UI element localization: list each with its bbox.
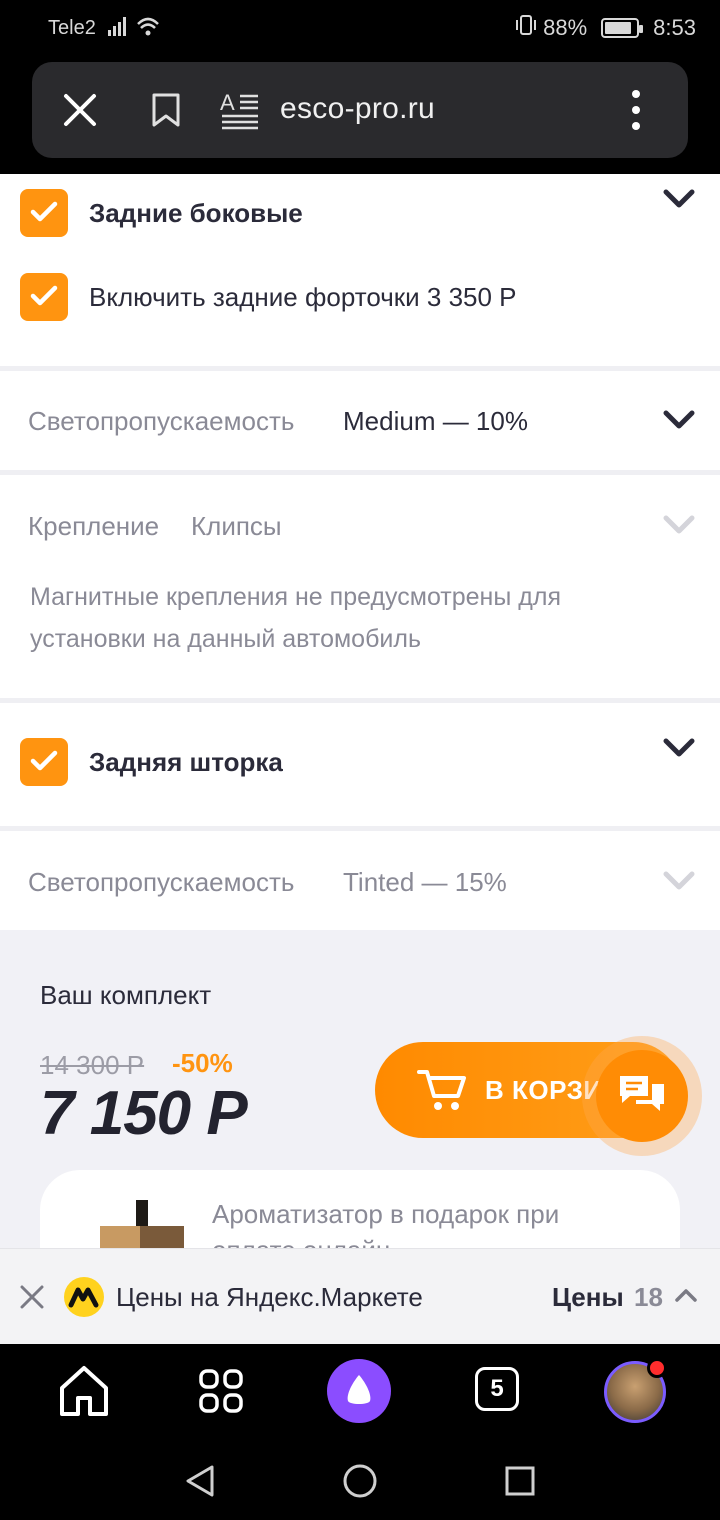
bookmark-icon[interactable]: [150, 92, 182, 133]
close-icon[interactable]: [62, 92, 98, 133]
clock: 8:53: [653, 15, 696, 40]
prices-label[interactable]: Цены: [552, 1282, 624, 1313]
transmission-label: Светопропускаемость: [28, 406, 295, 436]
browser-toolbar: A esco-pro.ru: [0, 54, 720, 174]
notification-dot: [647, 1358, 667, 1378]
rear-side-title[interactable]: Задние боковые: [89, 198, 303, 229]
divider: [0, 698, 720, 703]
chevron-down-icon[interactable]: [662, 188, 696, 215]
kit-title: Ваш комплект: [40, 980, 212, 1010]
rear-side-checkbox[interactable]: [20, 189, 68, 237]
system-nav-bar: [0, 1444, 720, 1520]
home-icon[interactable]: [58, 1364, 110, 1423]
market-text[interactable]: Цены на Яндекс.Маркете: [116, 1282, 423, 1313]
page-content: Задние боковые Включить задние форточки …: [0, 174, 720, 1248]
rear-vent-label[interactable]: Включить задние форточки 3 350 Р: [89, 282, 517, 313]
rear-blind-checkbox[interactable]: [20, 738, 68, 786]
more-menu-icon[interactable]: [628, 86, 644, 139]
vibrate-icon: [515, 14, 537, 42]
air-freshener-image: [92, 1200, 192, 1248]
apps-grid-icon[interactable]: [198, 1368, 244, 1419]
chevron-down-icon[interactable]: [662, 409, 696, 436]
current-price: 7 150 Р: [40, 1079, 248, 1148]
blind-transmission-label: Светопропускаемость: [28, 867, 295, 897]
reader-mode-icon[interactable]: A: [220, 90, 260, 135]
profile-avatar[interactable]: [604, 1358, 667, 1423]
cart-icon: [417, 1066, 469, 1119]
carrier-name: Tele2: [48, 17, 96, 39]
divider: [0, 470, 720, 475]
status-bar: Tele2 88% 8:53: [0, 0, 720, 54]
svg-text:A: A: [220, 90, 235, 115]
battery-icon: [601, 18, 644, 38]
chevron-down-icon[interactable]: [662, 737, 696, 764]
mount-label: Крепление: [28, 511, 160, 541]
tabs-counter[interactable]: 5: [475, 1367, 519, 1411]
market-prices-bar[interactable]: Цены на Яндекс.Маркете Цены 18: [0, 1248, 720, 1344]
yandex-market-logo: [64, 1277, 104, 1317]
transmission-value[interactable]: Medium — 10%: [343, 406, 528, 437]
gift-text: Ароматизатор в подарок при оплате онлайн: [212, 1199, 560, 1248]
home-circle-icon[interactable]: [343, 1464, 377, 1503]
alice-icon: [344, 1373, 374, 1412]
rear-vent-checkbox[interactable]: [20, 273, 68, 321]
mount-value: Клипсы: [191, 511, 282, 541]
address-bar[interactable]: A esco-pro.ru: [32, 62, 688, 158]
prices-count[interactable]: 18: [634, 1282, 663, 1313]
chat-button[interactable]: [596, 1050, 688, 1142]
gift-card[interactable]: Ароматизатор в подарок при оплате онлайн: [40, 1170, 680, 1248]
battery-percent: 88%: [543, 15, 588, 40]
mount-note: Магнитные крепления не предусмотрены для…: [30, 583, 561, 653]
discount-badge: -50%: [172, 1048, 233, 1078]
status-right: 88% 8:53: [515, 14, 696, 42]
url-text[interactable]: esco-pro.ru: [280, 92, 435, 126]
rear-blind-title[interactable]: Задняя шторка: [89, 747, 283, 778]
close-icon[interactable]: [20, 1285, 44, 1314]
old-price: 14 300 Р: [40, 1050, 145, 1080]
back-icon[interactable]: [184, 1464, 216, 1503]
kit-summary: Ваш комплект 14 300 Р -50% 7 150 Р В КОР…: [0, 930, 720, 1248]
blind-transmission-value: Tinted — 15%: [343, 867, 507, 897]
chevron-down-icon: [662, 870, 696, 897]
divider: [0, 366, 720, 371]
divider: [0, 826, 720, 831]
alice-assistant-button[interactable]: [327, 1359, 391, 1423]
signal-wifi-icon: [108, 14, 164, 44]
recents-icon[interactable]: [505, 1466, 535, 1501]
browser-bottom-nav: 5: [0, 1344, 720, 1444]
chevron-up-icon[interactable]: [674, 1287, 698, 1308]
chevron-down-icon: [662, 514, 696, 541]
